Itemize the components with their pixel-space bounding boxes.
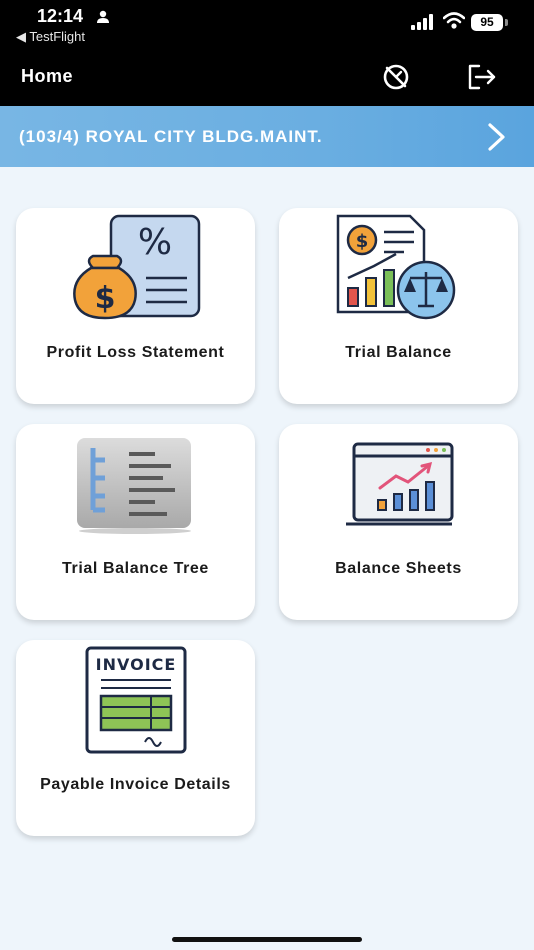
card-label: Balance Sheets [335,560,462,577]
status-time: 12:14 [37,6,84,26]
svg-text:%: % [137,222,171,263]
trial-balance-card[interactable]: $ Trial Balance [279,208,518,404]
battery-indicator: 95 [471,14,503,31]
trial-balance-icon: $ [279,214,518,324]
cell-signal-icon [411,14,433,30]
back-to-testflight-link[interactable]: ◀ TestFlight [16,29,85,45]
company-selector[interactable]: (103/4) ROYAL CITY BLDG.MAINT. [0,106,534,167]
card-label: Trial Balance Tree [62,560,209,577]
invoice-icon: INVOICE [16,646,255,756]
svg-text:$: $ [355,231,368,252]
card-label: Payable Invoice Details [40,776,231,793]
payable-invoice-details-card[interactable]: INVOICE Payable Invoice Details [16,640,255,836]
battery-tip [505,19,508,26]
top-bar: 12:14 ◀ TestFlight 95 Home [0,0,534,106]
chevron-right-icon[interactable] [486,122,508,152]
person-icon [97,10,109,23]
company-name: (103/4) ROYAL CITY BLDG.MAINT. [19,127,323,146]
svg-text:$: $ [94,281,115,316]
balance-sheets-card[interactable]: Balance Sheets [279,424,518,620]
home-indicator [172,937,362,942]
profit-loss-statement-card[interactable]: % $ Profit Loss Statement [16,208,255,404]
speedometer-off-icon[interactable] [381,64,411,90]
tree-icon [16,430,255,540]
card-label: Profit Loss Statement [46,344,225,361]
card-label: Trial Balance [345,344,452,361]
wifi-icon [443,12,465,29]
profit-loss-icon: % $ [16,214,255,324]
page-title: Home [21,66,74,86]
balance-sheets-icon [279,430,518,540]
svg-text:INVOICE: INVOICE [95,655,176,674]
logout-icon[interactable] [467,64,497,90]
trial-balance-tree-card[interactable]: Trial Balance Tree [16,424,255,620]
